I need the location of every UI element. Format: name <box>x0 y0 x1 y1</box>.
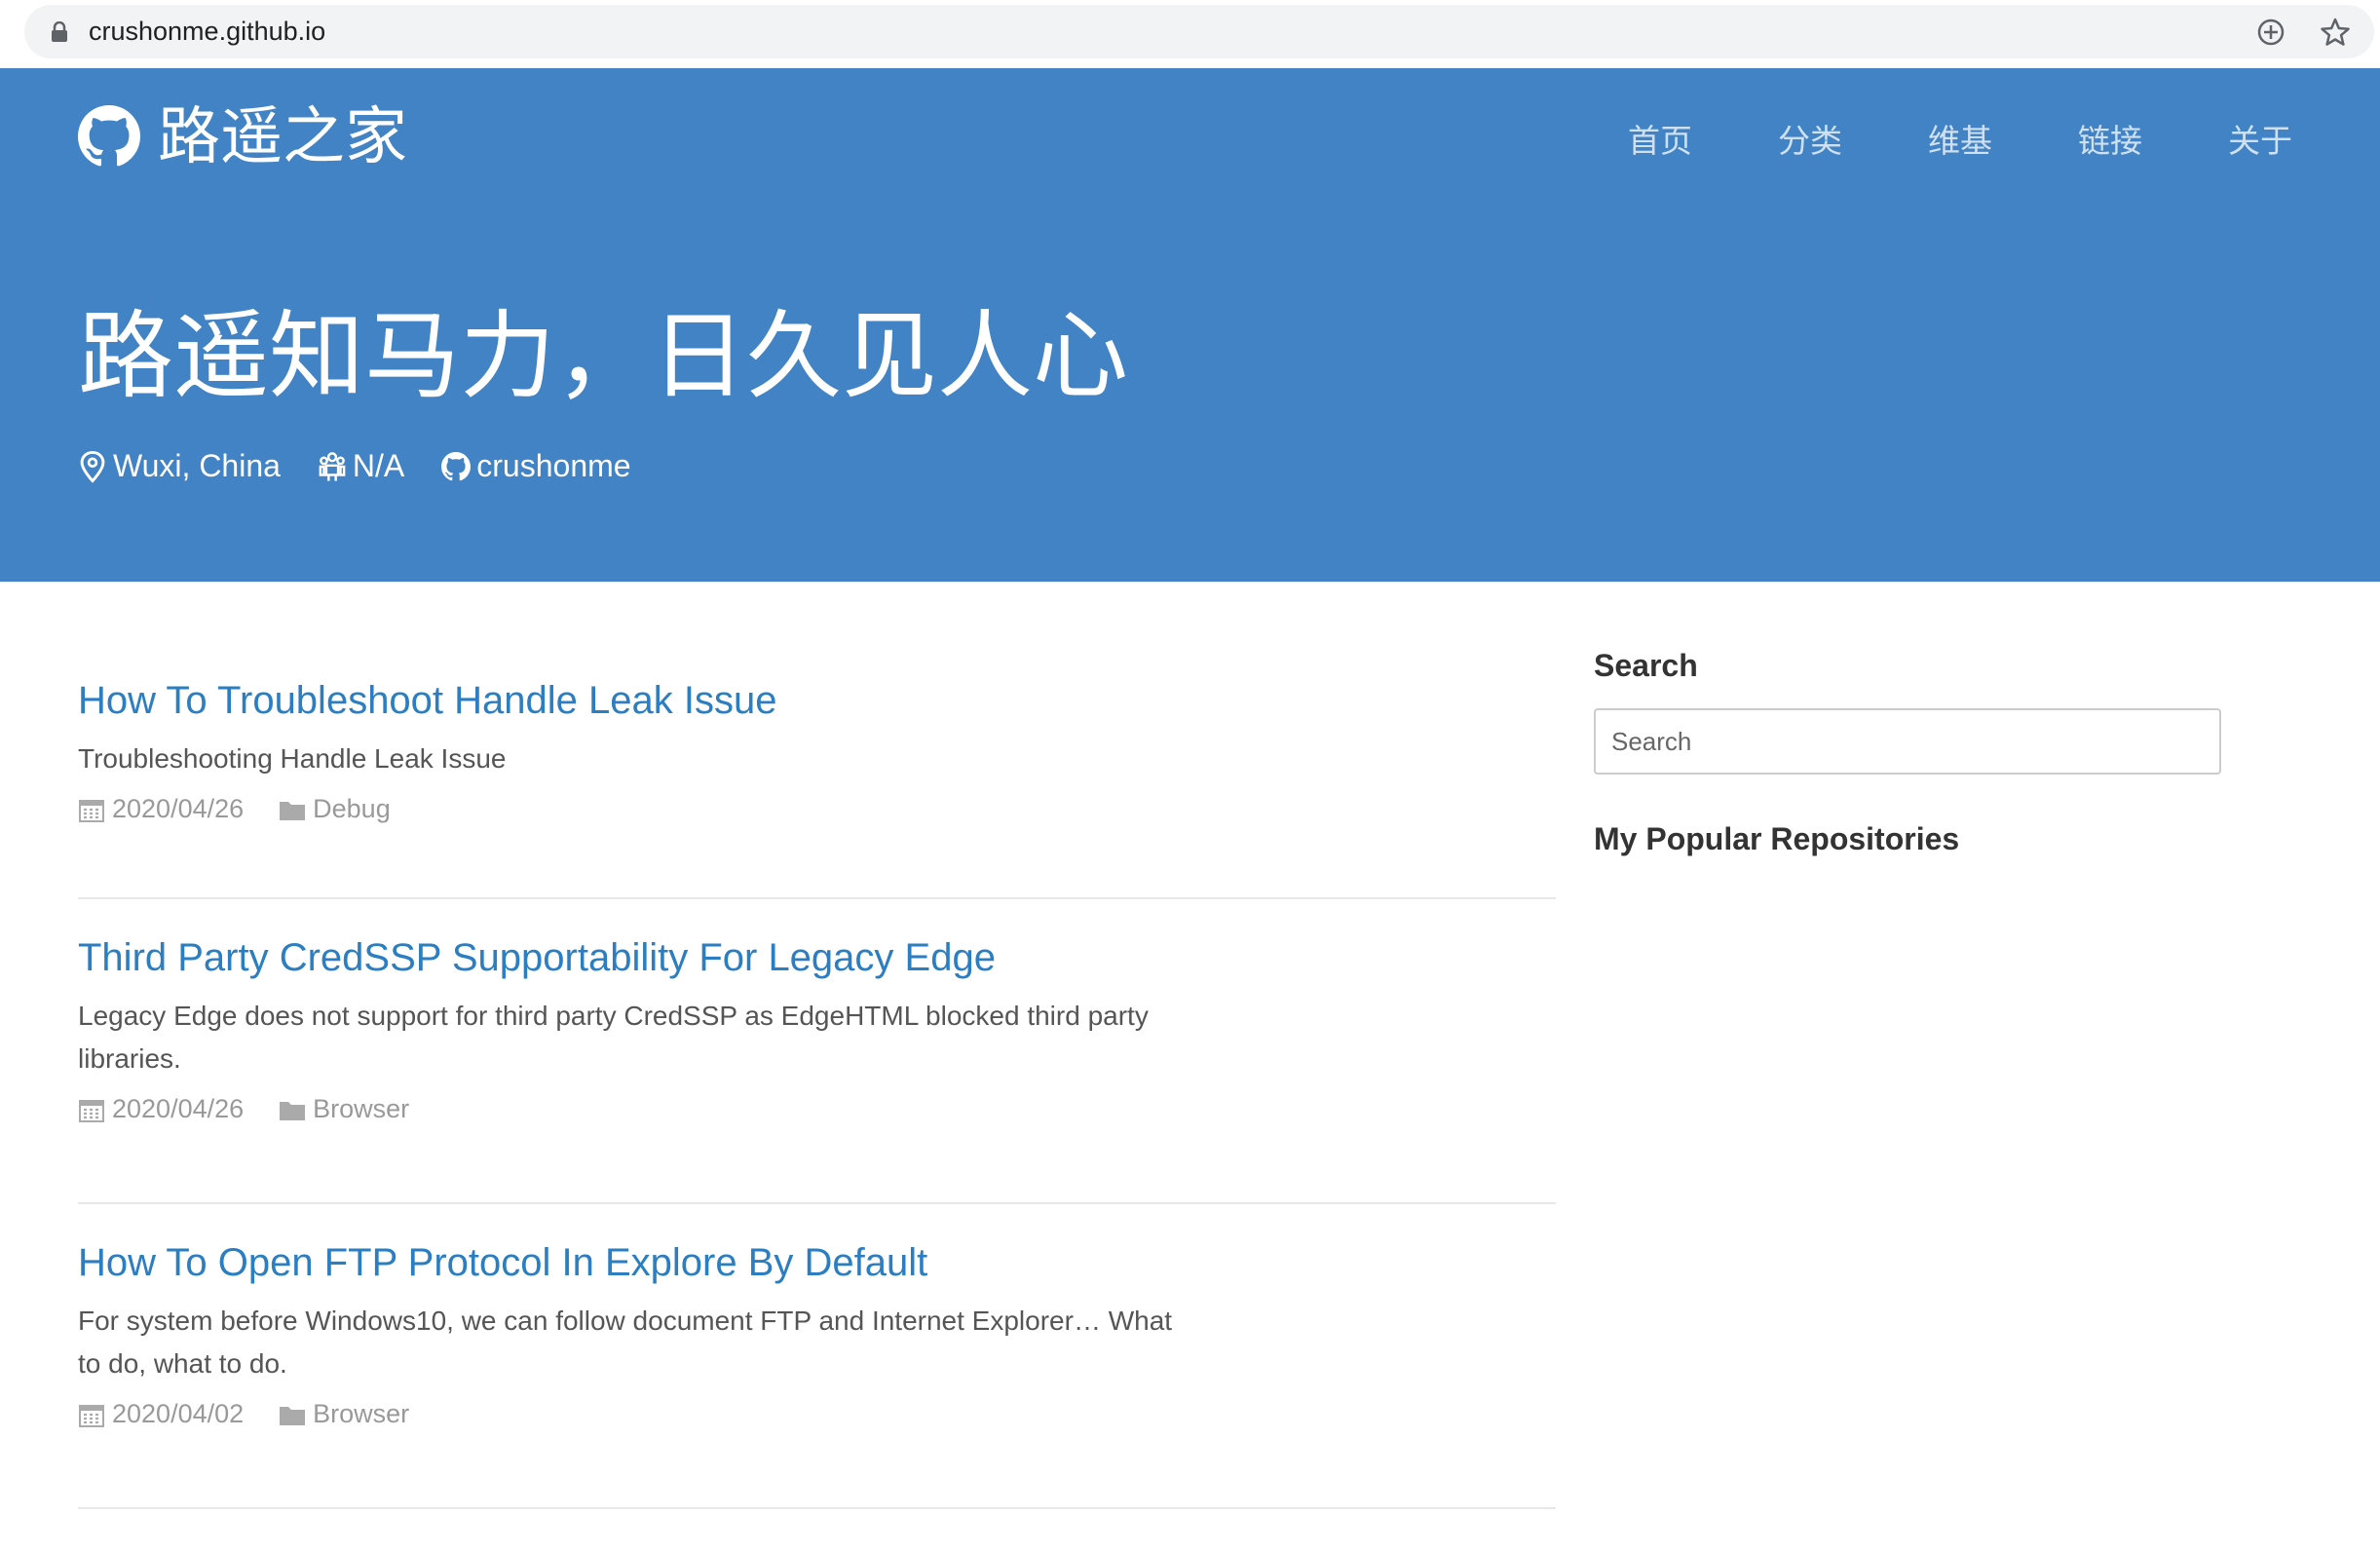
post-description: Troubleshooting Handle Leak Issue <box>78 743 507 774</box>
hero-title: 路遥知马力，日久见人心 <box>78 302 1129 409</box>
search-heading: Search <box>1594 648 1698 683</box>
post-category-text: Browser <box>313 1399 410 1428</box>
post-date: 2020/04/26 <box>78 1094 244 1124</box>
sidebar: Search My Popular Repositories <box>1594 582 2222 858</box>
post-item: Third Party CredSSP Supportability For L… <box>78 899 1556 1204</box>
folder-icon <box>280 801 306 820</box>
address-bar[interactable]: crushonme.github.io <box>24 5 2374 58</box>
post-category[interactable]: Browser <box>279 1094 409 1124</box>
nav-links[interactable]: 链接 <box>2078 117 2142 166</box>
folder-icon <box>280 1406 306 1425</box>
post-date: 2020/04/02 <box>78 1399 244 1429</box>
github-meta[interactable]: crushonme <box>441 448 631 484</box>
github-username: crushonme <box>476 448 631 483</box>
location-text: Wuxi, China <box>113 448 281 483</box>
url-text[interactable]: crushonme.github.io <box>89 17 325 47</box>
post-title-link[interactable]: How To Troubleshoot Handle Leak Issue <box>78 675 1556 726</box>
calendar-icon <box>79 1099 104 1122</box>
nav-about[interactable]: 关于 <box>2228 117 2292 166</box>
site-brand[interactable]: 路遥之家 <box>78 97 407 175</box>
calendar-icon <box>79 799 104 822</box>
bookmark-star-icon[interactable] <box>2320 17 2351 48</box>
post-meta: 2020/04/26 Browser <box>78 1094 1556 1124</box>
search-input[interactable] <box>1594 708 2221 775</box>
lock-icon[interactable] <box>50 21 69 43</box>
post-title-link[interactable]: How To Open FTP Protocol In Explore By D… <box>78 1237 1556 1288</box>
post-category-text: Browser <box>313 1094 410 1123</box>
install-app-icon[interactable] <box>2255 17 2286 48</box>
post-title-link[interactable]: Third Party CredSSP Supportability For L… <box>78 932 1556 983</box>
main-nav: 首页 分类 维基 链接 关于 <box>1542 117 2292 166</box>
post-list: How To Troubleshoot Handle Leak Issue Tr… <box>78 582 1556 1509</box>
post-date-text: 2020/04/26 <box>112 794 245 823</box>
site-header: 路遥之家 首页 分类 维基 链接 关于 路遥知马力，日久见人心 Wuxi, Ch… <box>0 68 2380 582</box>
post-date: 2020/04/26 <box>78 794 244 824</box>
github-icon <box>441 451 472 480</box>
location-pin-icon <box>80 450 105 483</box>
post-date-text: 2020/04/26 <box>112 1094 245 1123</box>
organization-icon <box>319 451 346 481</box>
post-category-text: Debug <box>313 794 391 823</box>
calendar-icon <box>79 1404 104 1427</box>
organization-text: N/A <box>352 448 405 483</box>
organization-meta: N/A <box>318 448 404 484</box>
post-category[interactable]: Debug <box>279 794 391 824</box>
post-description: Legacy Edge does not support for third p… <box>78 1001 1149 1074</box>
post-item: How To Open FTP Protocol In Explore By D… <box>78 1204 1556 1509</box>
nav-categories[interactable]: 分类 <box>1778 117 1842 166</box>
nav-home[interactable]: 首页 <box>1628 117 1692 166</box>
repos-heading: My Popular Repositories <box>1594 821 1960 856</box>
post-date-text: 2020/04/02 <box>112 1399 245 1428</box>
profile-meta: Wuxi, China N/A crushonme <box>78 448 668 484</box>
post-category[interactable]: Browser <box>279 1399 409 1429</box>
post-meta: 2020/04/02 Browser <box>78 1399 1556 1429</box>
github-icon <box>78 105 140 167</box>
nav-wiki[interactable]: 维基 <box>1928 117 1992 166</box>
folder-icon <box>280 1101 306 1120</box>
location-meta: Wuxi, China <box>78 448 281 484</box>
brand-title: 路遥之家 <box>158 101 407 171</box>
post-meta: 2020/04/26 Debug <box>78 794 1556 824</box>
post-item: How To Troubleshoot Handle Leak Issue Tr… <box>78 582 1556 899</box>
browser-toolbar: crushonme.github.io <box>0 0 2380 68</box>
post-description: For system before Windows10, we can foll… <box>78 1306 1173 1379</box>
